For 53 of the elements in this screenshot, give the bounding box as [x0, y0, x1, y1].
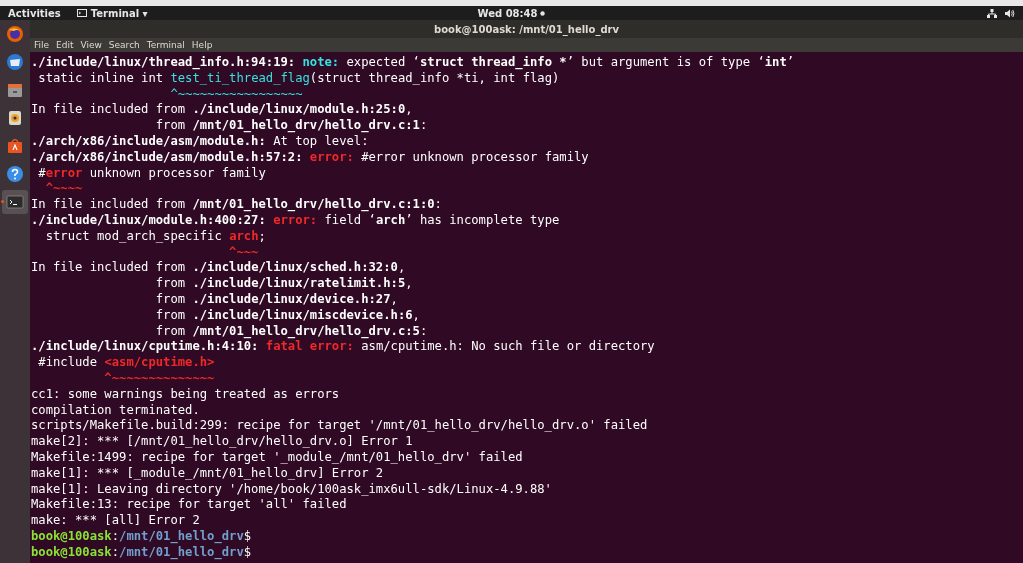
terminal-line: book@100ask:/mnt/01_hello_drv$ — [31, 544, 253, 561]
terminal-line: ./include/linux/module.h:400:27: error: field ‘arch’ has incomplete type — [31, 212, 561, 229]
terminal-line: from ./include/linux/ratelimit.h:5, — [154, 276, 414, 292]
terminal-line: ^~~~~ — [44, 181, 84, 198]
terminal-line: In file included from ./include/linux/sched.h:32:0, — [31, 260, 407, 277]
terminal-line: ./arch/x86/include/asm/module.h: At top level: — [31, 134, 370, 150]
volume-icon[interactable] — [1005, 8, 1015, 18]
network-icon[interactable] — [987, 8, 997, 18]
terminal-line: book@100ask:/mnt/01_hello_drv$ — [31, 528, 253, 545]
terminal-line: ./arch/x86/include/asm/module.h:57:2: error: #error unknown processor family — [31, 149, 590, 166]
menu-item[interactable]: Edit — [56, 40, 74, 50]
menu-item[interactable]: Search — [108, 40, 140, 50]
terminal-line: compilation terminated. — [31, 402, 201, 419]
file-cabinet-icon — [6, 81, 24, 99]
terminal-line: scripts/Makefile.build:299: recipe for target '/mnt/01_hello_drv/hello_drv.o' failed — [31, 418, 649, 435]
terminal-line: ^~~~ — [228, 244, 260, 261]
terminal-line: make[1]: Leaving directory '/home/book/100ask_imx6ull-sdk/Linux-4.9.88' — [31, 481, 553, 498]
terminal-line: make[1]: *** [_module_/mnt/01_hello_drv] Error 2 — [31, 465, 385, 482]
terminal-line: make: *** [all] Error 2 — [31, 513, 201, 529]
terminal-line: from /mnt/01_hello_drv/hello_drv.c:5: — [154, 323, 429, 340]
activities-button[interactable]: Activities — [8, 7, 61, 19]
terminal-line: ^~~~~~~~~~~~~~~ — [103, 370, 216, 387]
terminal-line: In file included from ./include/linux/module.h:25:0, — [31, 102, 414, 119]
mail-icon — [6, 53, 24, 71]
terminal-line: ./include/linux/thread_info.h:94:19: note: expected ‘struct thread_info *’ but argument is of type ‘int’ — [31, 55, 796, 71]
notification-dot-icon — [540, 10, 546, 16]
help-icon — [6, 165, 24, 183]
menu-item[interactable]: Help — [191, 40, 213, 50]
terminal-line: Makefile:13: recipe for target 'all' failed — [31, 497, 348, 514]
terminal-line: Makefile:1499: recipe for target '_module_/mnt/01_hello_drv' failed — [31, 449, 524, 466]
window-title: book@100ask: /mnt/01_hello_drv — [434, 23, 619, 35]
terminal-line: #include <asm/cputime.h> — [37, 355, 216, 371]
terminal-line: #error unknown processor family — [37, 165, 267, 182]
terminal-line: In file included from /mnt/01_hello_drv/hello_drv.c:1:0: — [31, 197, 443, 213]
clock[interactable]: Wed 08:48 — [477, 7, 538, 19]
shopping-bag-icon — [6, 137, 24, 155]
terminal-icon — [76, 9, 87, 17]
terminal-line: from /mnt/01_hello_drv/hello_drv.c:1: — [154, 118, 429, 134]
terminal-line: from ./include/linux/device.h:27, — [154, 291, 399, 308]
speaker-icon — [6, 109, 24, 127]
terminal-line: cc1: some warnings being treated as errors — [31, 386, 341, 403]
terminal-line: ./include/linux/cputime.h:4:10: fatal error: asm/cputime.h: No such file or directory — [31, 339, 656, 356]
app-menu[interactable]: Terminal ▾ — [90, 7, 148, 19]
terminal-line: make[2]: *** [/mnt/01_hello_drv/hello_drv.o] Error 1 — [31, 434, 414, 450]
firefox-icon — [6, 25, 24, 43]
terminal-line: from ./include/linux/miscdevice.h:6, — [154, 307, 421, 324]
menu-item[interactable]: View — [80, 40, 102, 50]
menu-item[interactable]: Terminal — [146, 40, 185, 50]
terminal-icon — [6, 193, 24, 211]
terminal-line: static inline int test_ti_thread_flag(struct thread_info *ti, int flag) — [37, 70, 561, 87]
menu-item[interactable]: File — [34, 40, 50, 50]
terminal-line: struct mod_arch_specific arch; — [44, 228, 267, 245]
terminal-line: ^~~~~~~~~~~~~~~~~~ — [169, 86, 304, 103]
